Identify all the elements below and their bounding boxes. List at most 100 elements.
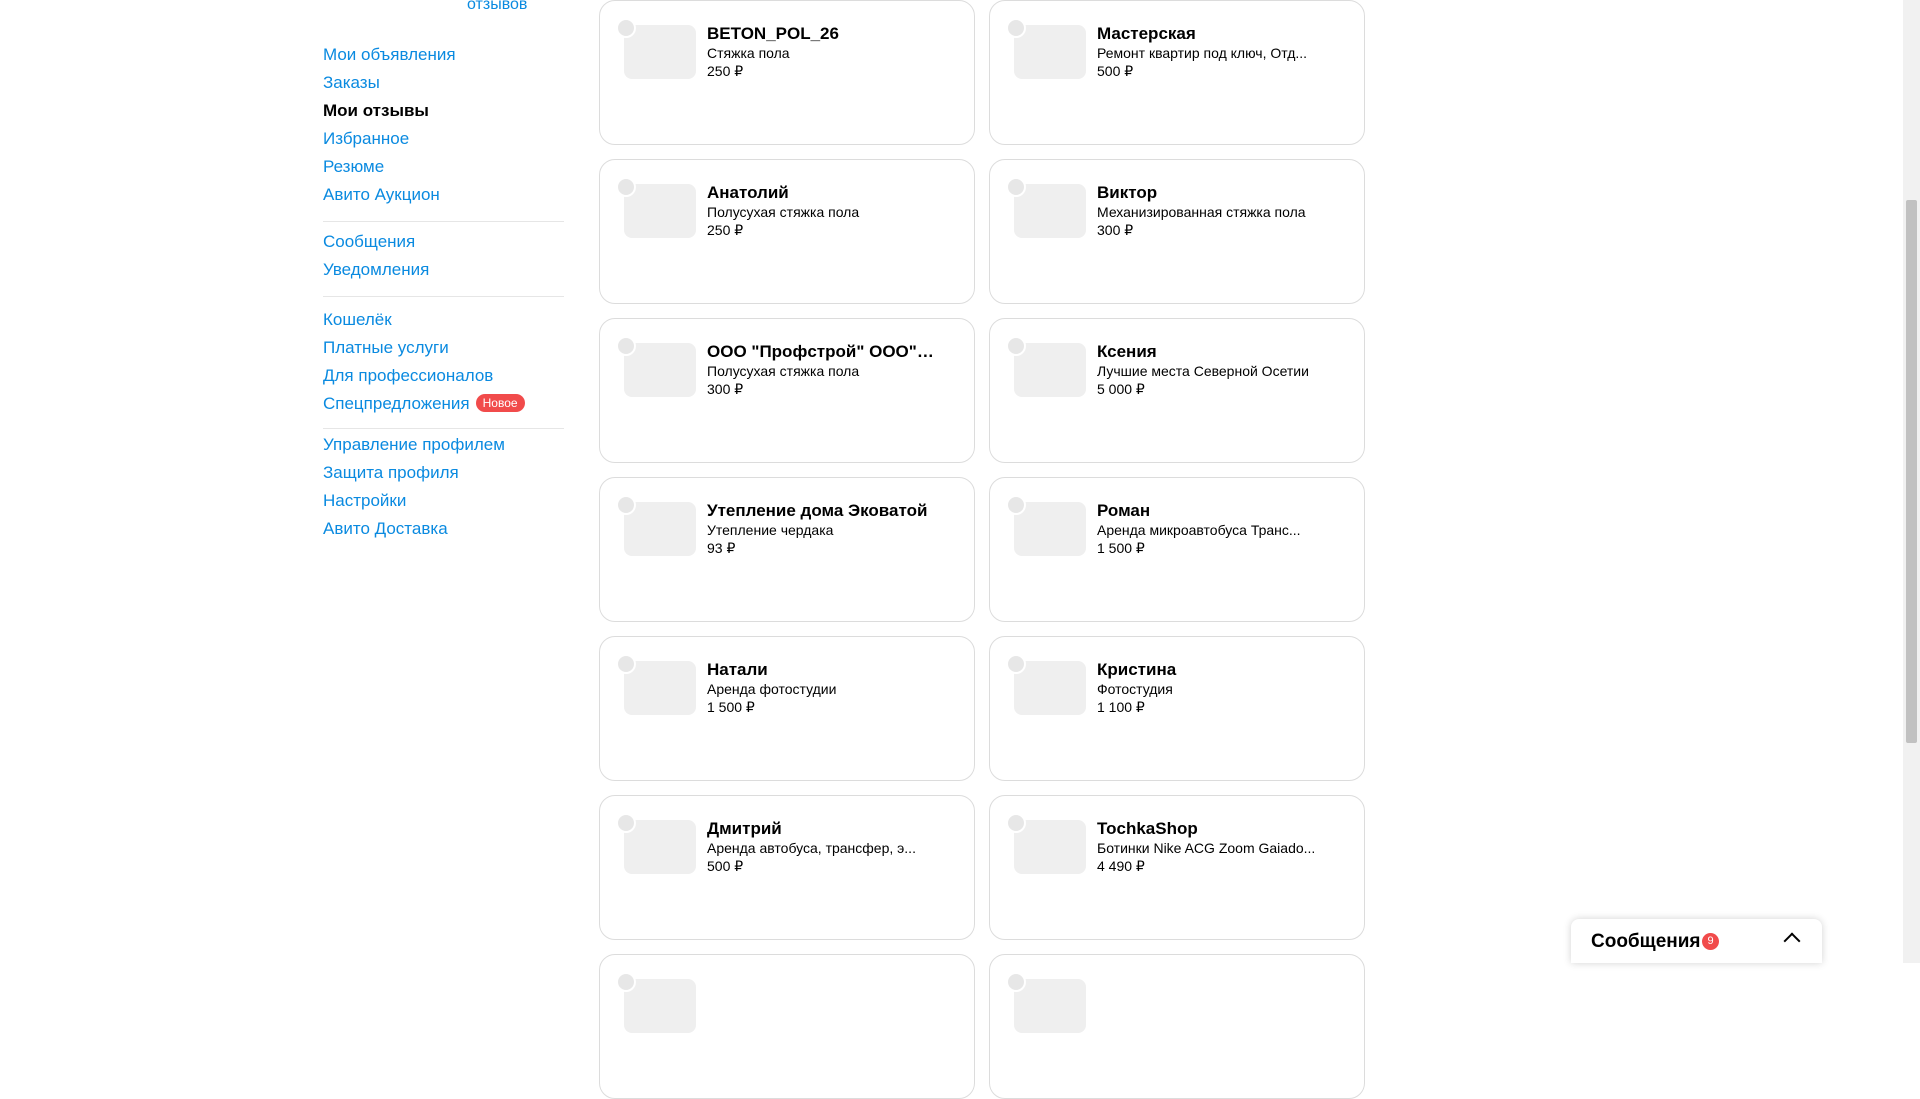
review-card[interactable]: Роман Аренда микроавтобуса Транс... 1 500 … [989,477,1365,622]
item-thumbnail [1014,25,1086,79]
review-card[interactable] [989,954,1365,1099]
review-card[interactable]: Дмитрий Аренда автобуса, трансфер, э... 50… [599,795,975,940]
item-thumbnail [624,184,696,238]
sidebar-item[interactable]: Настройки [323,487,564,515]
card-price: 1 100 ₽ [1097,699,1145,715]
card-title: Мастерская [1097,24,1196,43]
card-title: TochkaShop [1097,819,1198,838]
card-title: Дмитрий [707,819,782,838]
review-card[interactable]: BETON_POL_26 Стяжка пола 250 ₽ [599,0,975,145]
card-title: Роман [1097,501,1151,520]
messenger-title: Сообщения [1591,931,1701,952]
sidebar-item-row: Спецпредложения Новое [323,390,564,418]
card-title: Анатолий [707,183,789,202]
review-card[interactable]: Виктор Механизированная стяжка пола 300 ₽ [989,159,1365,304]
card-price: 300 ₽ [707,381,744,397]
select-radio[interactable] [616,972,636,992]
card-price: 93 ₽ [707,540,736,556]
card-subtitle: Стяжка пола [707,45,790,61]
select-radio[interactable] [1006,336,1026,356]
item-thumbnail [1014,343,1086,397]
new-badge: Новое [475,394,525,412]
card-title: Утепление дома Эковатой [707,501,928,520]
select-radio[interactable] [1006,813,1026,833]
sidebar-group: Мои объявления Заказы Мои отзывы Избранное Р… [323,41,564,222]
item-thumbnail [624,343,696,397]
item-thumbnail [1014,184,1086,238]
select-radio[interactable] [1006,18,1026,38]
sidebar-item[interactable]: Резюме [323,153,564,181]
sidebar-group: Сообщения Уведомления [323,228,564,297]
item-thumbnail [1014,502,1086,556]
sidebar-item[interactable]: Заказы [323,69,564,97]
chevron-up-icon[interactable] [1783,932,1801,950]
messenger-widget[interactable]: Сообщения 9 [1571,919,1822,963]
sidebar-item[interactable]: Платные услуги [323,334,564,362]
review-card[interactable] [599,954,975,1099]
card-subtitle: Ремонт квартир под ключ, Отд... [1097,45,1308,61]
sidebar-group: Управление профилем Защита профиля Настрой… [323,431,564,543]
review-card[interactable]: Натали Аренда фотостудии 1 500 ₽ [599,636,975,781]
page-scrollbar[interactable] [1903,0,1920,963]
card-price: 500 ₽ [707,858,744,874]
unread-count-badge: 9 [1702,933,1719,950]
sidebar-item[interactable]: Защита профиля [323,459,564,487]
review-card[interactable]: Анатолий Полусухая стяжка пола 250 ₽ [599,159,975,304]
review-card[interactable]: Утепление дома Эковатой Утепление чердака… [599,477,975,622]
select-radio[interactable] [1006,654,1026,674]
card-title: Ксения [1097,342,1157,361]
review-card[interactable]: TochkaShop Ботинки Nike ACG Zoom Gaiado..… [989,795,1365,940]
select-radio[interactable] [616,495,636,515]
sidebar-item[interactable]: Для профессионалов [323,362,564,390]
card-subtitle: Ботинки Nike ACG Zoom Gaiado... [1097,840,1316,856]
item-thumbnail [1014,661,1086,715]
select-radio[interactable] [616,654,636,674]
reviews-count-link[interactable]: отзывов [467,0,527,14]
select-radio[interactable] [1006,972,1026,992]
card-price: 250 ₽ [707,222,744,238]
card-title: Кристина [1097,660,1177,679]
card-title: ООО "Профстрой" ООО"П... [707,342,937,361]
sidebar-item[interactable]: Мои отзывы [323,97,564,125]
select-radio[interactable] [616,813,636,833]
card-price: 1 500 ₽ [1097,540,1145,556]
select-radio[interactable] [1006,495,1026,515]
sidebar-item[interactable]: Мои объявления [323,41,564,69]
card-price: 500 ₽ [1097,63,1134,79]
item-thumbnail [624,661,696,715]
card-subtitle: Аренда автобуса, трансфер, э... [707,840,916,856]
item-thumbnail [1014,820,1086,874]
card-title: Виктор [1097,183,1158,202]
card-title: Натали [707,660,768,679]
card-subtitle: Полусухая стяжка пола [707,204,860,220]
select-radio[interactable] [616,18,636,38]
item-thumbnail [624,979,696,1033]
sidebar-item[interactable]: Уведомления [323,256,564,284]
card-subtitle: Механизированная стяжка пола [1097,204,1306,220]
card-price: 5 000 ₽ [1097,381,1145,397]
card-subtitle: Утепление чердака [707,522,834,538]
sidebar-item[interactable]: Авито Доставка [323,515,564,543]
card-subtitle: Аренда микроавтобуса Транс... [1097,522,1301,538]
card-subtitle: Фотостудия [1097,681,1173,697]
sidebar-item[interactable]: Управление профилем [323,431,564,459]
sidebar-item[interactable]: Авито Аукцион [323,181,564,209]
scrollbar-thumb[interactable] [1906,200,1917,743]
item-thumbnail [624,25,696,79]
select-radio[interactable] [616,177,636,197]
card-price: 4 490 ₽ [1097,858,1145,874]
select-radio[interactable] [616,336,636,356]
review-card[interactable]: Кристина Фотостудия 1 100 ₽ [989,636,1365,781]
card-price: 300 ₽ [1097,222,1134,238]
review-card[interactable]: Ксения Лучшие места Северной Осетии 5 000 … [989,318,1365,463]
sidebar-item[interactable]: Сообщения [323,228,564,256]
sidebar-item[interactable]: Кошелёк [323,306,564,334]
select-radio[interactable] [1006,177,1026,197]
sidebar-group: Кошелёк Платные услуги Для профессионалов С… [323,306,564,429]
sidebar-item[interactable]: Спецпредложения [323,390,470,418]
sidebar-item[interactable]: Избранное [323,125,564,153]
review-card[interactable]: ООО "Профстрой" ООО"П... Полусухая стяжка… [599,318,975,463]
review-card[interactable]: Мастерская Ремонт квартир под ключ, Отд..… [989,0,1365,145]
item-thumbnail [624,502,696,556]
card-subtitle: Аренда фотостудии [707,681,837,697]
